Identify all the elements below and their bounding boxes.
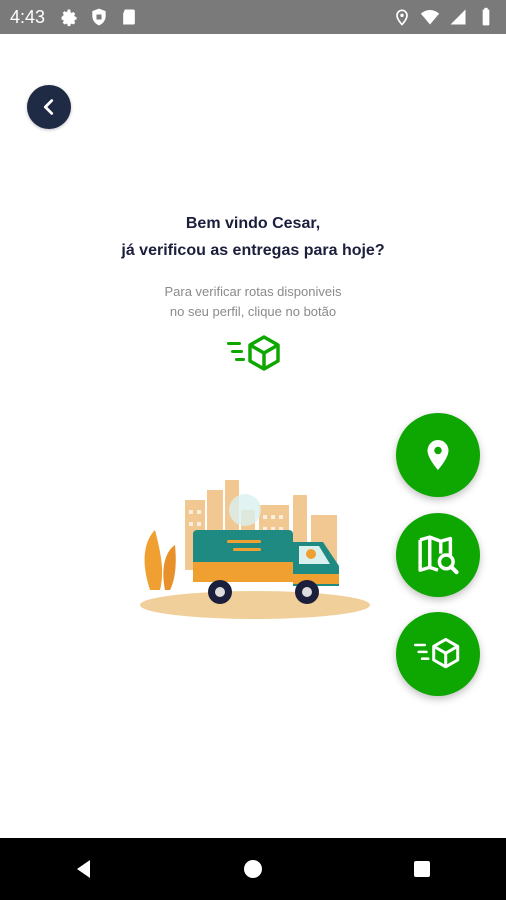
fast-delivery-box-icon: [414, 637, 460, 669]
system-navigation-bar: [0, 838, 506, 900]
location-pin-icon: [427, 440, 449, 470]
nav-back-button[interactable]: [64, 849, 104, 889]
recents-square-icon: [413, 861, 430, 877]
back-button[interactable]: [27, 85, 71, 129]
delivery-fab-button[interactable]: [396, 612, 480, 696]
chevron-left-icon: [43, 99, 54, 115]
home-circle-icon: [243, 860, 262, 878]
signal-icon: [450, 9, 466, 25]
helper-text: Para verificar rotas disponiveis no seu …: [0, 282, 506, 322]
map-search-fab-button[interactable]: [396, 513, 480, 597]
status-bar: 4:43: [0, 0, 506, 34]
welcome-message: Bem vindo Cesar, já verificou as entrega…: [0, 210, 506, 264]
sd-card-icon: [123, 9, 135, 25]
welcome-line-2: já verificou as entregas para hoje?: [121, 242, 385, 259]
map-search-icon: [418, 535, 459, 575]
fast-delivery-box-icon: [227, 335, 280, 371]
nav-home-button[interactable]: [233, 849, 273, 889]
status-right-icons: [392, 0, 496, 34]
wifi-icon: [420, 10, 440, 25]
back-triangle-icon: [77, 860, 91, 878]
shield-icon: [92, 8, 106, 26]
location-fab-button[interactable]: [396, 413, 480, 497]
helper-line-2: no seu perfil, clique no botão: [169, 304, 337, 319]
nav-recents-button[interactable]: [402, 849, 442, 889]
welcome-line-1: Bem vindo Cesar,: [185, 215, 321, 232]
status-time: 4:43: [10, 6, 46, 27]
gear-icon: [61, 9, 77, 27]
location-pin-icon: [396, 9, 408, 26]
status-left-icons: [59, 7, 139, 27]
battery-icon: [482, 7, 490, 26]
delivery-truck-illustration: [140, 480, 370, 619]
helper-line-1: Para verificar rotas disponiveis: [164, 284, 342, 299]
